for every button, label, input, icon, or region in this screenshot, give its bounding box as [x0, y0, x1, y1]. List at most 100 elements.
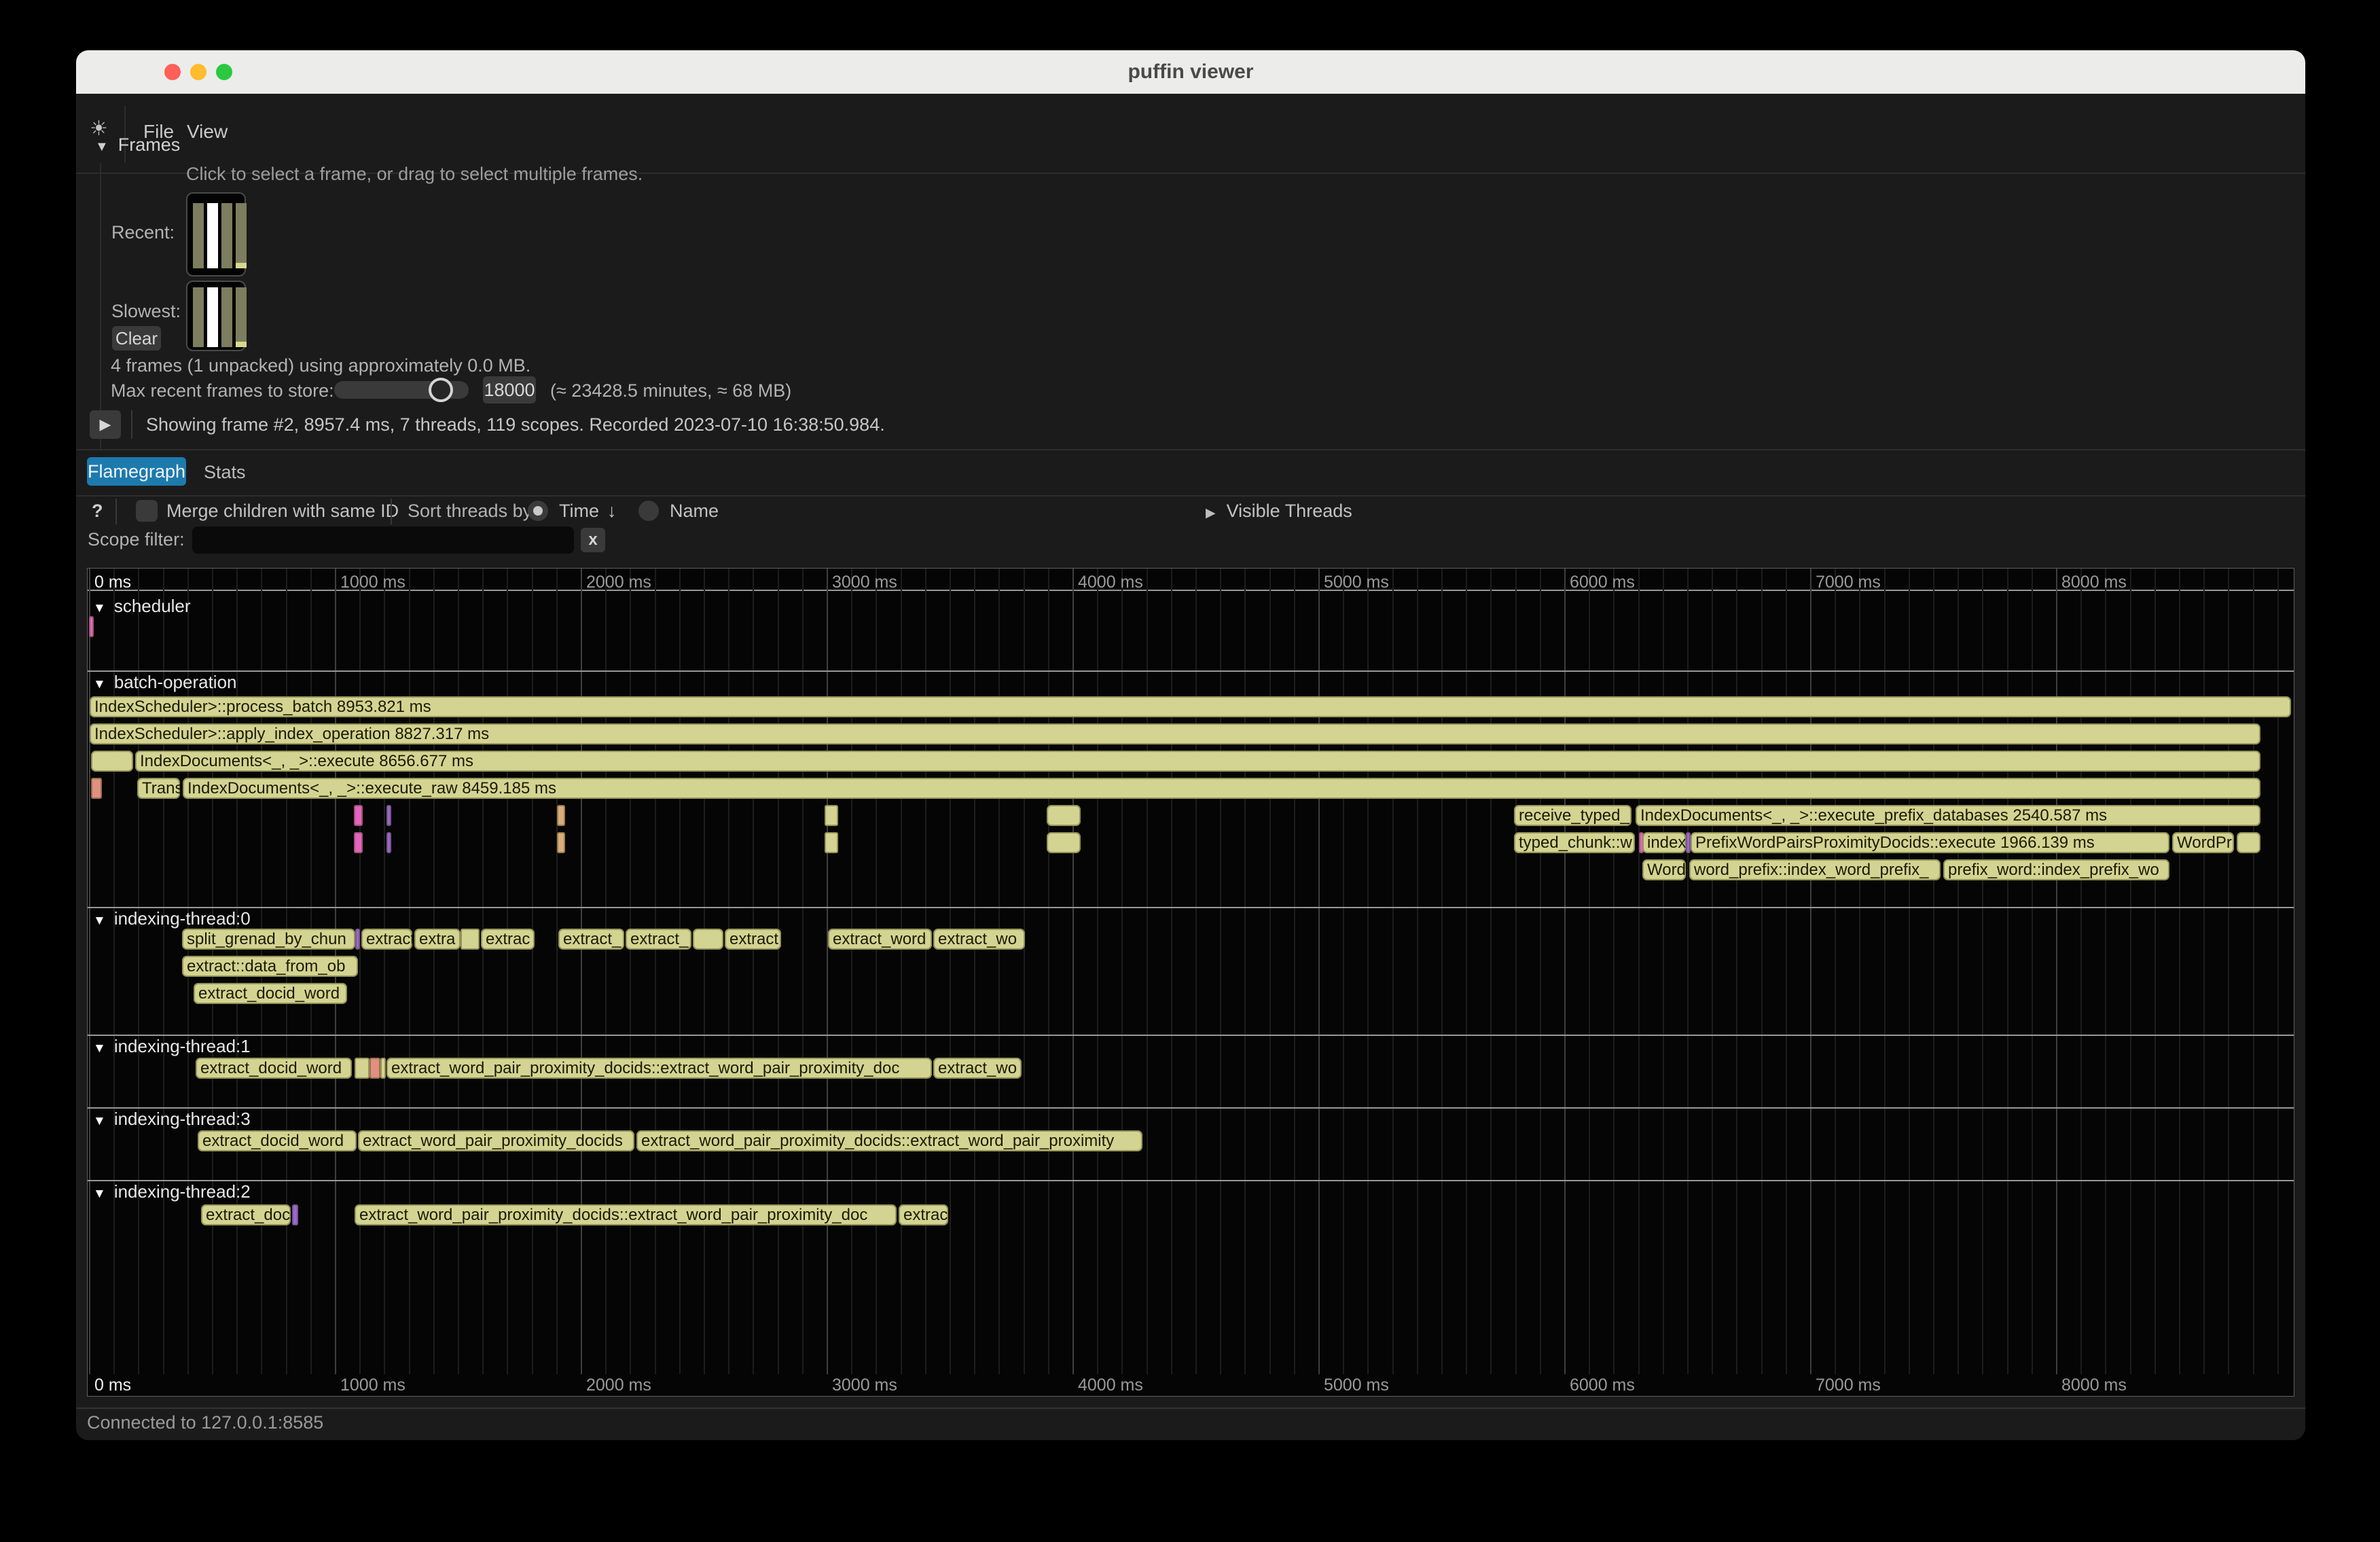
clear-filter-button[interactable]: x — [581, 528, 605, 552]
sort-name-radio[interactable] — [638, 501, 659, 521]
frame-bar[interactable] — [193, 287, 204, 347]
axis-tick-label: 3000 ms — [832, 1376, 897, 1395]
flame-bar[interactable]: IndexDocuments<_, _>::execute 8656.677 m… — [135, 751, 2260, 772]
clear-button[interactable]: Clear — [112, 326, 161, 351]
frame-bar[interactable] — [236, 203, 247, 268]
flame-bar[interactable]: extract_word — [828, 929, 932, 950]
tab-stats[interactable]: Stats — [204, 462, 246, 483]
flame-bar[interactable]: IndexScheduler>::process_batch 8953.821 … — [90, 696, 2291, 717]
flame-bar[interactable]: prefix_word::index_prefix_wo — [1943, 859, 2169, 880]
frame-bar[interactable] — [236, 287, 247, 347]
flame-bar[interactable]: extract_word_pair_proximity_docids — [358, 1130, 634, 1151]
collapse-icon: ▼ — [93, 1041, 106, 1056]
frame-bar[interactable] — [193, 203, 204, 268]
flame-bar[interactable] — [354, 832, 363, 853]
flame-bar[interactable]: extract_wo — [933, 1058, 1022, 1079]
axis-tick-label: 4000 ms — [1078, 1376, 1143, 1395]
flame-bar[interactable]: typed_chunk::w — [1514, 832, 1635, 853]
flame-bar[interactable]: extract — [361, 929, 412, 950]
flame-bar[interactable] — [825, 805, 838, 826]
flame-bar[interactable] — [91, 778, 102, 799]
frame-bar[interactable] — [221, 287, 232, 347]
gridline — [1220, 569, 1221, 1374]
thread-label-indexing-thread:3[interactable]: ▼indexing-thread:3 — [93, 1109, 251, 1130]
flamegraph-canvas[interactable]: 0 ms0 ms1000 ms1000 ms2000 ms2000 ms3000… — [87, 568, 2294, 1397]
thread-label-indexing-thread:0[interactable]: ▼indexing-thread:0 — [93, 908, 251, 929]
flame-bar[interactable]: index — [1642, 832, 1686, 853]
menu-view[interactable]: View — [187, 121, 228, 143]
flame-bar[interactable]: extract_wo — [933, 929, 1025, 950]
flame-bar[interactable]: extrac — [899, 1204, 948, 1225]
flame-bar[interactable] — [557, 832, 565, 853]
thread-label-batch-operation[interactable]: ▼batch-operation — [93, 672, 237, 693]
flame-bar[interactable] — [1047, 832, 1081, 853]
flame-bar[interactable]: extra — [414, 929, 461, 950]
flame-bar[interactable]: extrac — [481, 929, 535, 950]
flame-bar[interactable]: word_prefix::index_word_prefix_ — [1689, 859, 1941, 880]
flame-bar[interactable]: extract_ — [558, 929, 624, 950]
flame-bar[interactable] — [386, 832, 391, 853]
sort-direction-arrow-icon[interactable]: ↓ — [607, 501, 617, 522]
flame-bar[interactable] — [693, 929, 723, 950]
flame-bar[interactable] — [2237, 832, 2260, 853]
flame-bar[interactable]: receive_typed_ — [1514, 805, 1631, 826]
flame-bar[interactable]: IndexScheduler>::apply_index_operation 8… — [90, 723, 2260, 745]
flame-bar[interactable]: extract_doc — [201, 1204, 291, 1225]
visible-threads-toggle[interactable]: ▶Visible Threads — [1206, 501, 1352, 522]
play-button[interactable]: ▶ — [90, 410, 121, 439]
flame-bar[interactable]: extract_ — [626, 929, 691, 950]
thread-separator — [88, 1180, 2294, 1181]
flame-bar[interactable]: IndexDocuments<_, _>::execute_prefix_dat… — [1636, 805, 2260, 826]
slider-knob[interactable] — [429, 378, 453, 402]
flame-bar[interactable]: extract_word_pair_proximity_docids::extr… — [355, 1204, 897, 1225]
flame-bar[interactable] — [91, 751, 133, 772]
flame-bar[interactable]: extract_word_pair_proximity_docids::extr… — [386, 1058, 932, 1079]
thread-label-indexing-thread:1[interactable]: ▼indexing-thread:1 — [93, 1036, 251, 1057]
thread-label-indexing-thread:2[interactable]: ▼indexing-thread:2 — [93, 1181, 251, 1202]
flame-bar[interactable]: extract — [725, 929, 781, 950]
sort-time-radio[interactable] — [528, 501, 548, 521]
collapse-icon: ▼ — [93, 601, 106, 615]
slowest-frames-thumbnail[interactable] — [186, 281, 246, 351]
flame-bar[interactable]: PrefixWordPairsProximityDocids::execute … — [1691, 832, 2169, 853]
flame-bar[interactable]: extract::data_from_ob — [182, 956, 358, 977]
axis-tick-label: 8000 ms — [2061, 1376, 2127, 1395]
flame-bar[interactable] — [355, 1058, 369, 1079]
gridline — [1982, 569, 1983, 1374]
flame-bar[interactable]: extract_docid_word — [198, 1130, 357, 1151]
flame-bar[interactable] — [355, 929, 360, 950]
flame-bar[interactable]: extract_docid_word — [196, 1058, 352, 1079]
flame-bar[interactable] — [369, 1058, 380, 1079]
gridline — [1195, 569, 1197, 1374]
scope-filter-input[interactable] — [192, 526, 574, 554]
flame-bar[interactable] — [354, 805, 363, 826]
flame-bar[interactable]: WordPr — [2172, 832, 2234, 853]
flame-bar[interactable]: IndexDocuments<_, _>::execute_raw 8459.1… — [183, 778, 2260, 799]
thread-label-scheduler[interactable]: ▼scheduler — [93, 596, 191, 617]
frame-bar[interactable] — [221, 203, 232, 268]
flame-bar[interactable] — [292, 1204, 298, 1225]
flame-bar[interactable] — [461, 929, 480, 950]
flame-bar[interactable] — [825, 832, 838, 853]
frame-bar-selected[interactable] — [207, 203, 218, 268]
max-frames-value[interactable]: 18000 — [483, 376, 536, 404]
flame-bar[interactable] — [89, 616, 94, 637]
flame-bar[interactable] — [557, 805, 565, 826]
flame-bar[interactable] — [1686, 832, 1691, 853]
flame-bar[interactable] — [1047, 805, 1081, 826]
frames-header[interactable]: ▼Frames — [95, 135, 180, 156]
help-button[interactable]: ? — [92, 501, 103, 522]
flame-bar[interactable]: split_grenad_by_chun — [182, 929, 355, 950]
merge-children-checkbox[interactable] — [136, 500, 158, 522]
axis-tick-label: 4000 ms — [1078, 573, 1143, 592]
flame-bar[interactable] — [386, 805, 391, 826]
flame-bar[interactable]: Word — [1642, 859, 1686, 880]
flame-bar[interactable]: extract_docid_word — [194, 983, 347, 1004]
flame-bar[interactable] — [380, 1058, 386, 1079]
tab-flamegraph[interactable]: Flamegraph — [87, 457, 186, 486]
recent-frames-thumbnail[interactable] — [186, 192, 246, 276]
frame-bar-selected[interactable] — [207, 287, 218, 347]
indent-guide — [100, 163, 101, 451]
flame-bar[interactable]: Trans — [137, 778, 180, 799]
flame-bar[interactable]: extract_word_pair_proximity_docids::extr… — [636, 1130, 1142, 1151]
